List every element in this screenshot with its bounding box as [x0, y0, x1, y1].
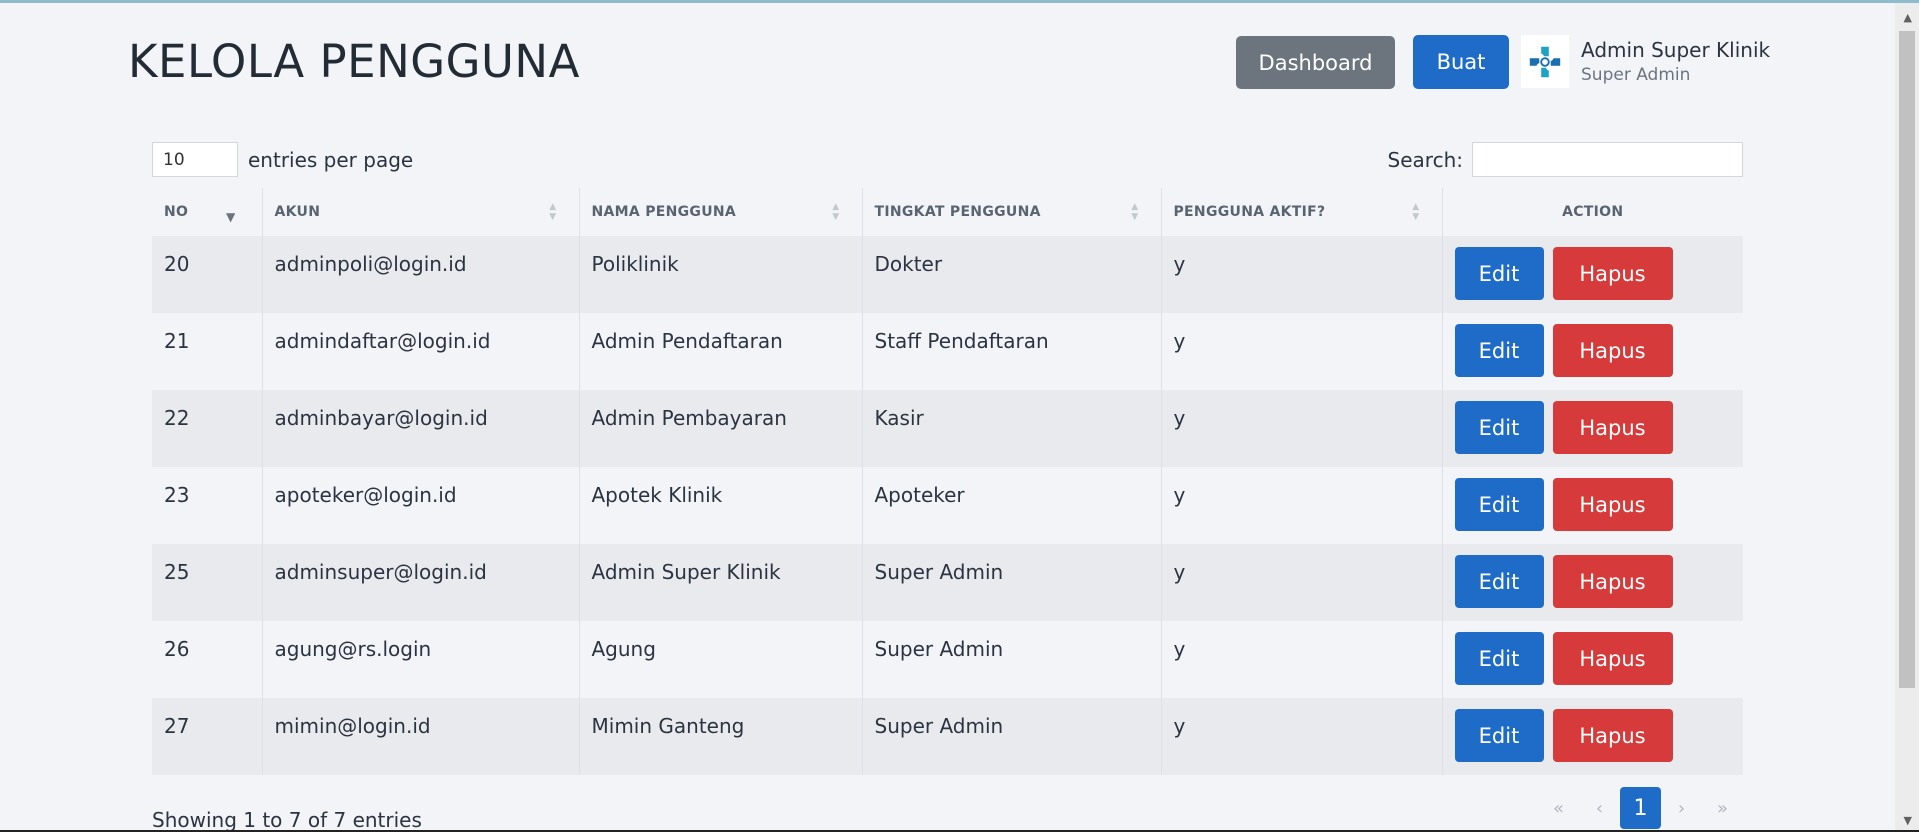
delete-button[interactable]: Hapus	[1552, 632, 1673, 685]
edit-button[interactable]: Edit	[1454, 555, 1544, 608]
cell-action: Edit Hapus	[1442, 313, 1743, 390]
delete-button[interactable]: Hapus	[1552, 324, 1673, 377]
cell-aktif: y	[1161, 698, 1443, 775]
cell-aktif: y	[1161, 236, 1443, 313]
table-row: 20 adminpoli@login.id Poliklinik Dokter …	[152, 236, 1743, 313]
create-button[interactable]: Buat	[1413, 35, 1509, 89]
entries-select[interactable]: 10	[152, 142, 238, 177]
cell-tingkat: Super Admin	[862, 544, 1162, 621]
cell-no: 27	[152, 698, 263, 775]
column-header-akun[interactable]: AKUN ▲ ▼	[262, 188, 580, 236]
user-role: Super Admin	[1581, 65, 1691, 85]
table-header-row: NO ▼ AKUN ▲ ▼ NAMA PENGGUNA ▲ ▼ TINGKAT PENGG…	[152, 188, 1743, 236]
pagination: « ‹ 1 › »	[1538, 787, 1743, 829]
cell-nama: Poliklinik	[579, 236, 863, 313]
edit-button[interactable]: Edit	[1454, 632, 1544, 685]
cell-tingkat: Apoteker	[862, 467, 1162, 544]
cell-tingkat: Super Admin	[862, 621, 1162, 698]
edit-button[interactable]: Edit	[1454, 709, 1544, 762]
cell-tingkat: Kasir	[862, 390, 1162, 467]
scroll-thumb[interactable]	[1899, 31, 1915, 688]
edit-button[interactable]: Edit	[1454, 324, 1544, 377]
column-header-aktif[interactable]: PENGGUNA AKTIF? ▲ ▼	[1161, 188, 1443, 236]
cell-no: 21	[152, 313, 263, 390]
first-page-button[interactable]: «	[1538, 787, 1579, 829]
dashboard-button[interactable]: Dashboard	[1236, 36, 1395, 89]
cell-akun: apoteker@login.id	[262, 467, 580, 544]
page-1-button[interactable]: 1	[1620, 787, 1661, 829]
cell-aktif: y	[1161, 621, 1443, 698]
vertical-scrollbar[interactable]: ▲ ▼	[1895, 3, 1919, 832]
cell-no: 25	[152, 544, 263, 621]
cell-action: Edit Hapus	[1442, 544, 1743, 621]
edit-button[interactable]: Edit	[1454, 478, 1544, 531]
cell-action: Edit Hapus	[1442, 467, 1743, 544]
sort-icon: ▲ ▼	[832, 202, 840, 222]
entries-label: entries per page	[248, 147, 414, 172]
sort-icon: ▲ ▼	[549, 202, 557, 222]
table-row: 22 adminbayar@login.id Admin Pembayaran …	[152, 390, 1743, 467]
cell-action: Edit Hapus	[1442, 698, 1743, 775]
cell-akun: agung@rs.login	[262, 621, 580, 698]
cell-nama: Admin Pendaftaran	[579, 313, 863, 390]
edit-button[interactable]: Edit	[1454, 247, 1544, 300]
cell-no: 23	[152, 467, 263, 544]
cell-nama: Admin Pembayaran	[579, 390, 863, 467]
cell-no: 20	[152, 236, 263, 313]
delete-button[interactable]: Hapus	[1552, 555, 1673, 608]
cell-nama: Apotek Klinik	[579, 467, 863, 544]
cell-akun: mimin@login.id	[262, 698, 580, 775]
table-row: 25 adminsuper@login.id Admin Super Klini…	[152, 544, 1743, 621]
cell-aktif: y	[1161, 390, 1443, 467]
cell-no: 22	[152, 390, 263, 467]
delete-button[interactable]: Hapus	[1552, 247, 1673, 300]
scroll-up-icon[interactable]: ▲	[1904, 11, 1912, 24]
clinic-logo-icon	[1521, 35, 1569, 88]
cell-nama: Admin Super Klinik	[579, 544, 863, 621]
search-label: Search:	[1387, 147, 1463, 172]
cell-aktif: y	[1161, 544, 1443, 621]
sort-desc-icon: ▼	[225, 210, 236, 224]
users-table: NO ▼ AKUN ▲ ▼ NAMA PENGGUNA ▲ ▼ TINGKAT PENGG…	[152, 188, 1743, 775]
table-row: 23 apoteker@login.id Apotek Klinik Apote…	[152, 467, 1743, 544]
edit-button[interactable]: Edit	[1454, 401, 1544, 454]
cell-akun: adminbayar@login.id	[262, 390, 580, 467]
last-page-button[interactable]: »	[1702, 787, 1743, 829]
cell-aktif: y	[1161, 313, 1443, 390]
cell-action: Edit Hapus	[1442, 390, 1743, 467]
column-header-tingkat[interactable]: TINGKAT PENGGUNA ▲ ▼	[862, 188, 1162, 236]
prev-page-button[interactable]: ‹	[1579, 787, 1620, 829]
cell-nama: Agung	[579, 621, 863, 698]
search-box: Search:	[1388, 142, 1743, 177]
next-page-button[interactable]: ›	[1661, 787, 1702, 829]
sort-icon: ▲ ▼	[1131, 202, 1139, 222]
search-input[interactable]	[1472, 142, 1743, 177]
column-header-no[interactable]: NO ▼	[152, 188, 263, 236]
column-header-nama[interactable]: NAMA PENGGUNA ▲ ▼	[579, 188, 863, 236]
cell-no: 26	[152, 621, 263, 698]
page-title: KELOLA PENGGUNA	[128, 35, 580, 88]
delete-button[interactable]: Hapus	[1552, 401, 1673, 454]
cell-akun: admindaftar@login.id	[262, 313, 580, 390]
cell-akun: adminsuper@login.id	[262, 544, 580, 621]
sort-icon: ▲ ▼	[1412, 202, 1420, 222]
delete-button[interactable]: Hapus	[1552, 709, 1673, 762]
cell-aktif: y	[1161, 467, 1443, 544]
cell-nama: Mimin Ganteng	[579, 698, 863, 775]
scroll-down-icon[interactable]: ▼	[1904, 814, 1912, 827]
cell-akun: adminpoli@login.id	[262, 236, 580, 313]
cell-tingkat: Dokter	[862, 236, 1162, 313]
user-name: Admin Super Klinik	[1581, 38, 1771, 62]
cell-tingkat: Staff Pendaftaran	[862, 313, 1162, 390]
column-header-action: ACTION	[1442, 188, 1743, 236]
table-row: 27 mimin@login.id Mimin Ganteng Super Ad…	[152, 698, 1743, 775]
cell-tingkat: Super Admin	[862, 698, 1162, 775]
cell-action: Edit Hapus	[1442, 621, 1743, 698]
table-row: 21 admindaftar@login.id Admin Pendaftara…	[152, 313, 1743, 390]
entries-per-page: 10 entries per page	[152, 142, 413, 177]
delete-button[interactable]: Hapus	[1552, 478, 1673, 531]
cell-action: Edit Hapus	[1442, 236, 1743, 313]
table-row: 26 agung@rs.login Agung Super Admin y Ed…	[152, 621, 1743, 698]
table-info: Showing 1 to 7 of 7 entries	[152, 808, 422, 832]
